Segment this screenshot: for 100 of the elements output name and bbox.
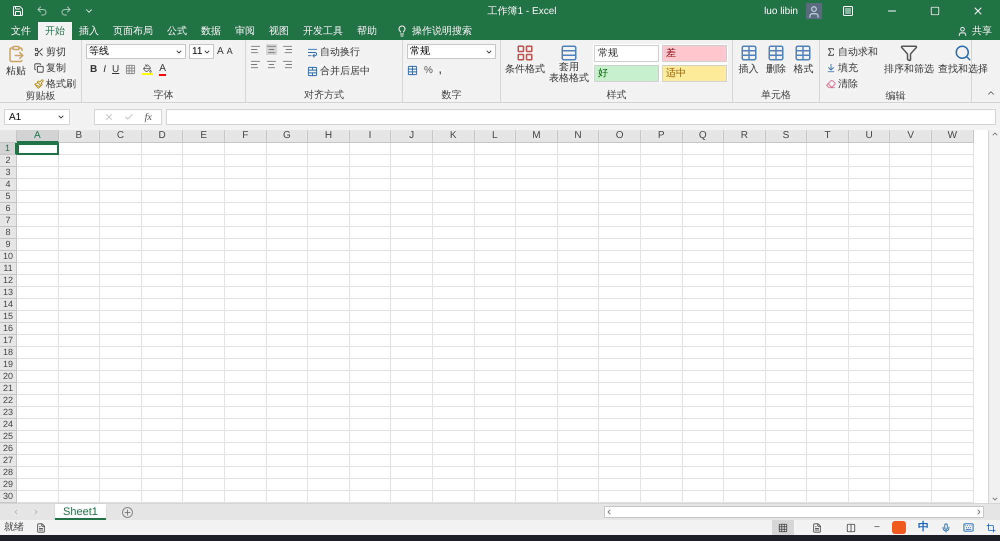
bold-button[interactable]: B [90, 62, 98, 77]
row-header[interactable]: 5 [0, 191, 17, 203]
fill-color-icon[interactable] [142, 64, 154, 75]
row-header[interactable]: 18 [0, 347, 17, 359]
row-header[interactable]: 26 [0, 443, 17, 455]
undo-icon[interactable] [36, 5, 48, 17]
row-header[interactable]: 1 [0, 143, 17, 155]
shrink-font-button[interactable]: A [226, 44, 233, 58]
horizontal-scrollbar[interactable] [604, 506, 984, 518]
column-header[interactable]: U [848, 130, 890, 143]
ribbon-tab[interactable]: 公式 [160, 22, 194, 40]
vertical-scrollbar[interactable] [988, 130, 1000, 503]
row-header[interactable]: 25 [0, 431, 17, 443]
font-color-button[interactable]: A [159, 64, 166, 76]
font-name-dropdown[interactable]: 等线 [86, 44, 186, 59]
clear-button[interactable]: 清除 [824, 76, 880, 92]
scroll-left-icon[interactable] [605, 508, 613, 516]
save-icon[interactable] [12, 5, 24, 17]
formula-input[interactable] [166, 109, 996, 125]
cancel-icon[interactable] [104, 112, 114, 122]
cell-style-swatch[interactable]: 常规 [594, 45, 659, 62]
align-left-icon[interactable] [250, 59, 261, 70]
column-header[interactable]: F [224, 130, 267, 143]
cell-style-swatch[interactable]: 好 [594, 65, 659, 82]
zoom-out-button[interactable]: − [874, 520, 880, 535]
scroll-up-icon[interactable] [990, 130, 998, 138]
sheet-tab[interactable]: Sheet1 [55, 504, 106, 520]
underline-button[interactable]: U [112, 62, 120, 77]
tell-me-search[interactable]: 操作说明搜索 [412, 24, 472, 38]
cut-button[interactable]: 剪切 [32, 44, 78, 60]
scroll-down-icon[interactable] [990, 495, 998, 503]
column-header[interactable]: J [391, 130, 433, 143]
row-header[interactable]: 23 [0, 407, 17, 419]
column-header[interactable]: M [516, 130, 558, 143]
scroll-right-icon[interactable] [975, 508, 983, 516]
crop-icon[interactable] [986, 522, 996, 532]
column-header[interactable]: T [807, 130, 849, 143]
font-size-dropdown[interactable]: 11 [189, 44, 214, 59]
row-header[interactable]: 28 [0, 467, 17, 479]
row-header[interactable]: 21 [0, 383, 17, 395]
restore-icon[interactable] [930, 6, 940, 16]
ribbon-tab[interactable]: 开始 [38, 22, 72, 40]
table-format-button[interactable]: 套用 表格格式 [549, 44, 589, 89]
enter-icon[interactable] [124, 112, 134, 122]
insert-function-button[interactable]: fx [144, 110, 152, 124]
close-icon[interactable] [972, 5, 984, 17]
row-header[interactable]: 3 [0, 167, 17, 179]
column-header[interactable]: E [183, 130, 225, 143]
column-header[interactable]: A [17, 130, 59, 143]
ribbon-tab[interactable]: 文件 [4, 22, 38, 40]
align-bottom-icon[interactable] [282, 44, 293, 55]
column-header[interactable]: S [766, 130, 808, 143]
find-select-button[interactable]: 查找和选择 [938, 44, 988, 92]
percent-button[interactable]: % [424, 63, 433, 78]
row-header[interactable]: 8 [0, 227, 17, 239]
column-header[interactable]: Q [682, 130, 724, 143]
column-header[interactable]: H [308, 130, 350, 143]
ribbon-tab[interactable]: 帮助 [350, 22, 384, 40]
column-header[interactable]: K [432, 130, 475, 143]
column-header[interactable]: O [599, 130, 641, 143]
autosum-button[interactable]: 自动求和 [824, 44, 880, 60]
delete-cells-button[interactable]: 删除 [764, 44, 788, 89]
column-header[interactable]: N [558, 130, 600, 143]
format-cells-button[interactable]: 格式 [792, 44, 815, 89]
row-header[interactable]: 19 [0, 359, 17, 371]
row-header[interactable]: 30 [0, 491, 17, 503]
row-header[interactable]: 29 [0, 479, 17, 491]
row-header[interactable]: 11 [0, 263, 17, 275]
view-button[interactable] [772, 520, 794, 535]
grow-font-button[interactable]: A [217, 44, 224, 59]
share-button[interactable]: 共享 [972, 24, 992, 38]
column-header[interactable]: C [100, 130, 142, 143]
row-header[interactable]: 16 [0, 323, 17, 335]
ribbon-tab[interactable]: 数据 [194, 22, 228, 40]
row-header[interactable]: 24 [0, 419, 17, 431]
avatar-icon[interactable] [806, 3, 822, 19]
sort-filter-button[interactable]: 排序和筛选 [884, 44, 934, 92]
row-header[interactable]: 22 [0, 395, 17, 407]
currency-format-icon[interactable] [407, 65, 418, 76]
name-box[interactable]: A1 [4, 109, 70, 125]
row-header[interactable]: 27 [0, 455, 17, 467]
align-center-icon[interactable] [266, 59, 277, 70]
column-header[interactable]: G [266, 130, 308, 143]
cell-style-swatch[interactable]: 差 [662, 45, 727, 62]
format-painter-button[interactable]: 格式刷 [32, 76, 78, 92]
paste-button[interactable]: 粘贴 [4, 44, 28, 92]
merge-center-button[interactable]: 合并后居中 [305, 63, 372, 79]
align-middle-icon[interactable] [266, 44, 277, 55]
ime-language[interactable]: 中 [918, 519, 929, 536]
conditional-format-button[interactable]: 条件格式 [505, 44, 545, 89]
column-header[interactable]: L [474, 130, 516, 143]
cell-style-swatch[interactable]: 适中 [662, 65, 727, 82]
comma-button[interactable]: , [438, 63, 442, 78]
number-format-dropdown[interactable]: 常规 [407, 44, 496, 59]
wrap-text-button[interactable]: 自动换行 [305, 44, 372, 60]
ribbon-tab[interactable]: 插入 [72, 22, 106, 40]
align-right-icon[interactable] [282, 59, 293, 70]
select-all-corner[interactable] [0, 130, 17, 143]
row-header[interactable]: 4 [0, 179, 17, 191]
row-header[interactable]: 17 [0, 335, 17, 347]
